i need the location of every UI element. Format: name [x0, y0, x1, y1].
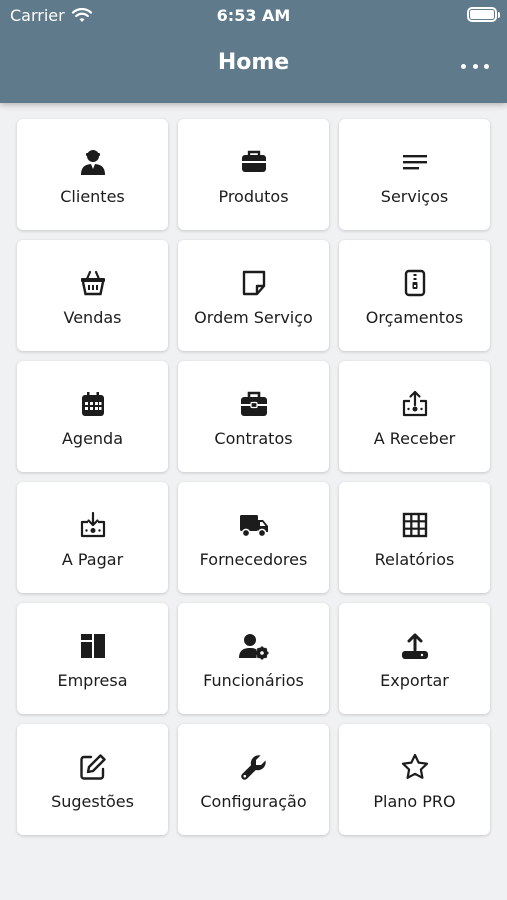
- status-bar: Carrier 6:53 AM: [0, 0, 507, 30]
- more-horizontal-icon[interactable]: [461, 56, 489, 76]
- tile-fornecedores[interactable]: Fornecedores: [178, 482, 329, 593]
- tile-label: Agenda: [61, 429, 124, 448]
- tile-label: Produtos: [218, 187, 289, 206]
- tile-label: Empresa: [57, 671, 128, 690]
- status-time: 6:53 AM: [216, 6, 291, 25]
- lines-icon: [400, 147, 430, 177]
- edit-icon: [78, 752, 108, 782]
- battery-icon: [467, 7, 500, 22]
- tile-label: Funcionários: [203, 671, 304, 690]
- note-icon: [239, 268, 269, 298]
- tile-label: Configuração: [200, 792, 307, 811]
- toolbox-icon: [239, 389, 269, 419]
- receive-money-icon: [400, 389, 430, 419]
- tile-label: Relatórios: [374, 550, 455, 569]
- home-menu-grid: Clientes Produtos Serviços Vendas Ordem …: [17, 119, 490, 835]
- tile-produtos[interactable]: Produtos: [178, 119, 329, 230]
- user-gear-icon: [238, 631, 269, 661]
- layout-icon: [78, 631, 108, 661]
- grid-icon: [400, 510, 430, 540]
- tile-label: A Pagar: [61, 550, 124, 569]
- tile-empresa[interactable]: Empresa: [17, 603, 168, 714]
- briefcase-icon: [239, 147, 269, 177]
- tile-label: Sugestões: [51, 792, 134, 811]
- tile-a-receber[interactable]: A Receber: [339, 361, 490, 472]
- truck-icon: [239, 510, 269, 540]
- tile-label: Orçamentos: [365, 308, 464, 327]
- tile-orcamentos[interactable]: Orçamentos: [339, 240, 490, 351]
- app-header: Carrier 6:53 AM Home: [0, 0, 507, 103]
- tile-a-pagar[interactable]: A Pagar: [17, 482, 168, 593]
- tile-contratos[interactable]: Contratos: [178, 361, 329, 472]
- tile-label: Vendas: [63, 308, 122, 327]
- basket-icon: [78, 268, 108, 298]
- tile-ordem-servico[interactable]: Ordem Serviço: [178, 240, 329, 351]
- wrench-icon: [239, 752, 269, 782]
- tile-plano-pro[interactable]: Plano PRO: [339, 724, 490, 835]
- tile-configuracao[interactable]: Configuração: [178, 724, 329, 835]
- pay-money-icon: [78, 510, 108, 540]
- tile-relatorios[interactable]: Relatórios: [339, 482, 490, 593]
- tile-agenda[interactable]: Agenda: [17, 361, 168, 472]
- tile-exportar[interactable]: Exportar: [339, 603, 490, 714]
- star-icon: [400, 752, 430, 782]
- tile-vendas[interactable]: Vendas: [17, 240, 168, 351]
- tile-label: Serviços: [380, 187, 449, 206]
- tile-label: Clientes: [60, 187, 125, 206]
- page-title: Home: [217, 50, 290, 75]
- tile-label: Exportar: [380, 671, 449, 690]
- zip-file-icon: [400, 268, 430, 298]
- tile-funcionarios[interactable]: Funcionários: [178, 603, 329, 714]
- tile-label: A Receber: [373, 429, 456, 448]
- tile-label: Fornecedores: [199, 550, 308, 569]
- tile-sugestoes[interactable]: Sugestões: [17, 724, 168, 835]
- upload-icon: [400, 631, 430, 661]
- calendar-icon: [78, 389, 108, 419]
- tile-label: Contratos: [214, 429, 293, 448]
- tile-label: Ordem Serviço: [194, 308, 313, 327]
- user-person-icon: [78, 147, 108, 177]
- tile-clientes[interactable]: Clientes: [17, 119, 168, 230]
- tile-servicos[interactable]: Serviços: [339, 119, 490, 230]
- tile-label: Plano PRO: [373, 792, 456, 811]
